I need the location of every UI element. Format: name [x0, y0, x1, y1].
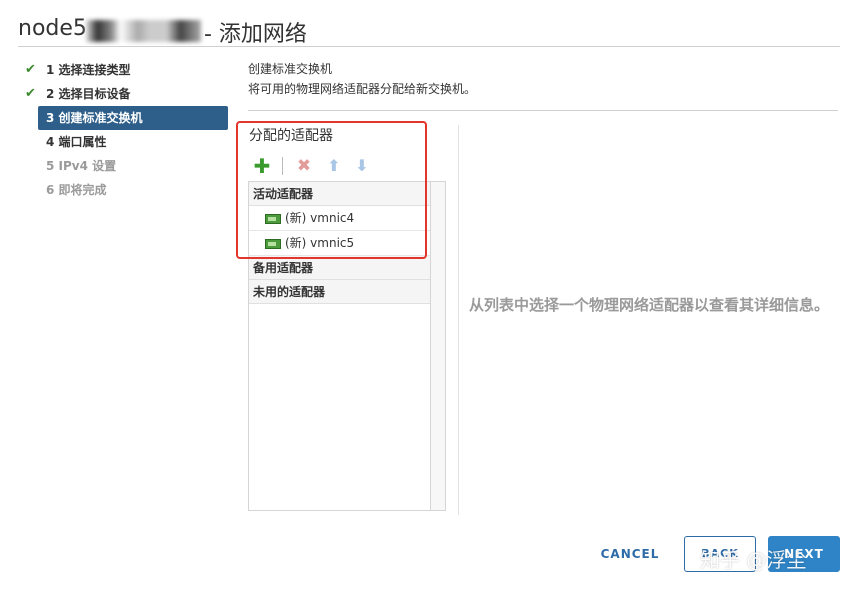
adapter-item-vmnic5[interactable]: (新) vmnic5	[249, 231, 432, 256]
step-label: 3 创建标准交换机	[46, 111, 143, 125]
step-label: 6 即将完成	[46, 183, 107, 197]
redacted-host-suffix	[86, 20, 201, 42]
content-description: 将可用的物理网络适配器分配给新交换机。	[248, 82, 477, 96]
step-port-properties[interactable]: 4 端口属性	[18, 130, 230, 154]
network-card-icon	[265, 239, 281, 249]
toolbar-separator	[282, 157, 283, 175]
adapter-detail-hint: 从列表中选择一个物理网络适配器以查看其详细信息。	[469, 296, 830, 314]
dialog-title: node5 - 添加网络	[18, 12, 840, 47]
assigned-adapters-heading: 分配的适配器	[249, 128, 333, 144]
step-select-target-device[interactable]: ✔ 2 选择目标设备	[18, 82, 230, 106]
group-active-adapters[interactable]: 活动适配器	[249, 182, 432, 206]
arrow-up-icon[interactable]: ⬆	[324, 156, 344, 176]
adapter-list: 活动适配器 (新) vmnic4 (新) vmnic5 备用适配器 未用的适配器	[248, 181, 446, 511]
step-label: 2 选择目标设备	[46, 87, 131, 101]
content-divider	[248, 110, 838, 111]
step-label: 5 IPv4 设置	[46, 159, 117, 173]
cancel-button[interactable]: CANCEL	[596, 543, 664, 565]
wizard-steps: ✔ 1 选择连接类型 ✔ 2 选择目标设备 3 创建标准交换机 4 端口属性 5…	[18, 58, 230, 202]
group-unused-adapters[interactable]: 未用的适配器	[249, 280, 432, 304]
host-name: node5	[18, 16, 87, 41]
step-ipv4-settings: 5 IPv4 设置	[18, 154, 230, 178]
group-standby-adapters[interactable]: 备用适配器	[249, 256, 432, 280]
step-create-standard-switch[interactable]: 3 创建标准交换机	[38, 106, 228, 130]
adapter-item-vmnic4[interactable]: (新) vmnic4	[249, 206, 432, 231]
plus-icon[interactable]: ✚	[252, 156, 272, 176]
step-label: 4 端口属性	[46, 135, 107, 149]
title-divider	[18, 46, 840, 47]
x-icon[interactable]: ✖	[294, 156, 314, 176]
list-scrollbar[interactable]	[430, 182, 445, 510]
step-label: 1 选择连接类型	[46, 63, 131, 77]
step-ready-to-complete: 6 即将完成	[18, 178, 230, 202]
check-icon: ✔	[25, 86, 36, 101]
content-title: 创建标准交换机	[248, 62, 333, 76]
adapters-toolbar: ✚ ✖ ⬆ ⬇	[250, 156, 430, 178]
watermark: 知乎 @浮尘	[700, 548, 807, 572]
arrow-down-icon[interactable]: ⬇	[352, 156, 372, 176]
step-select-connection-type[interactable]: ✔ 1 选择连接类型	[18, 58, 230, 82]
network-card-icon	[265, 214, 281, 224]
check-icon: ✔	[25, 62, 36, 77]
panel-divider	[458, 125, 459, 515]
dialog-title-text: - 添加网络	[204, 22, 307, 47]
content-header: 创建标准交换机 将可用的物理网络适配器分配给新交换机。	[248, 60, 838, 98]
